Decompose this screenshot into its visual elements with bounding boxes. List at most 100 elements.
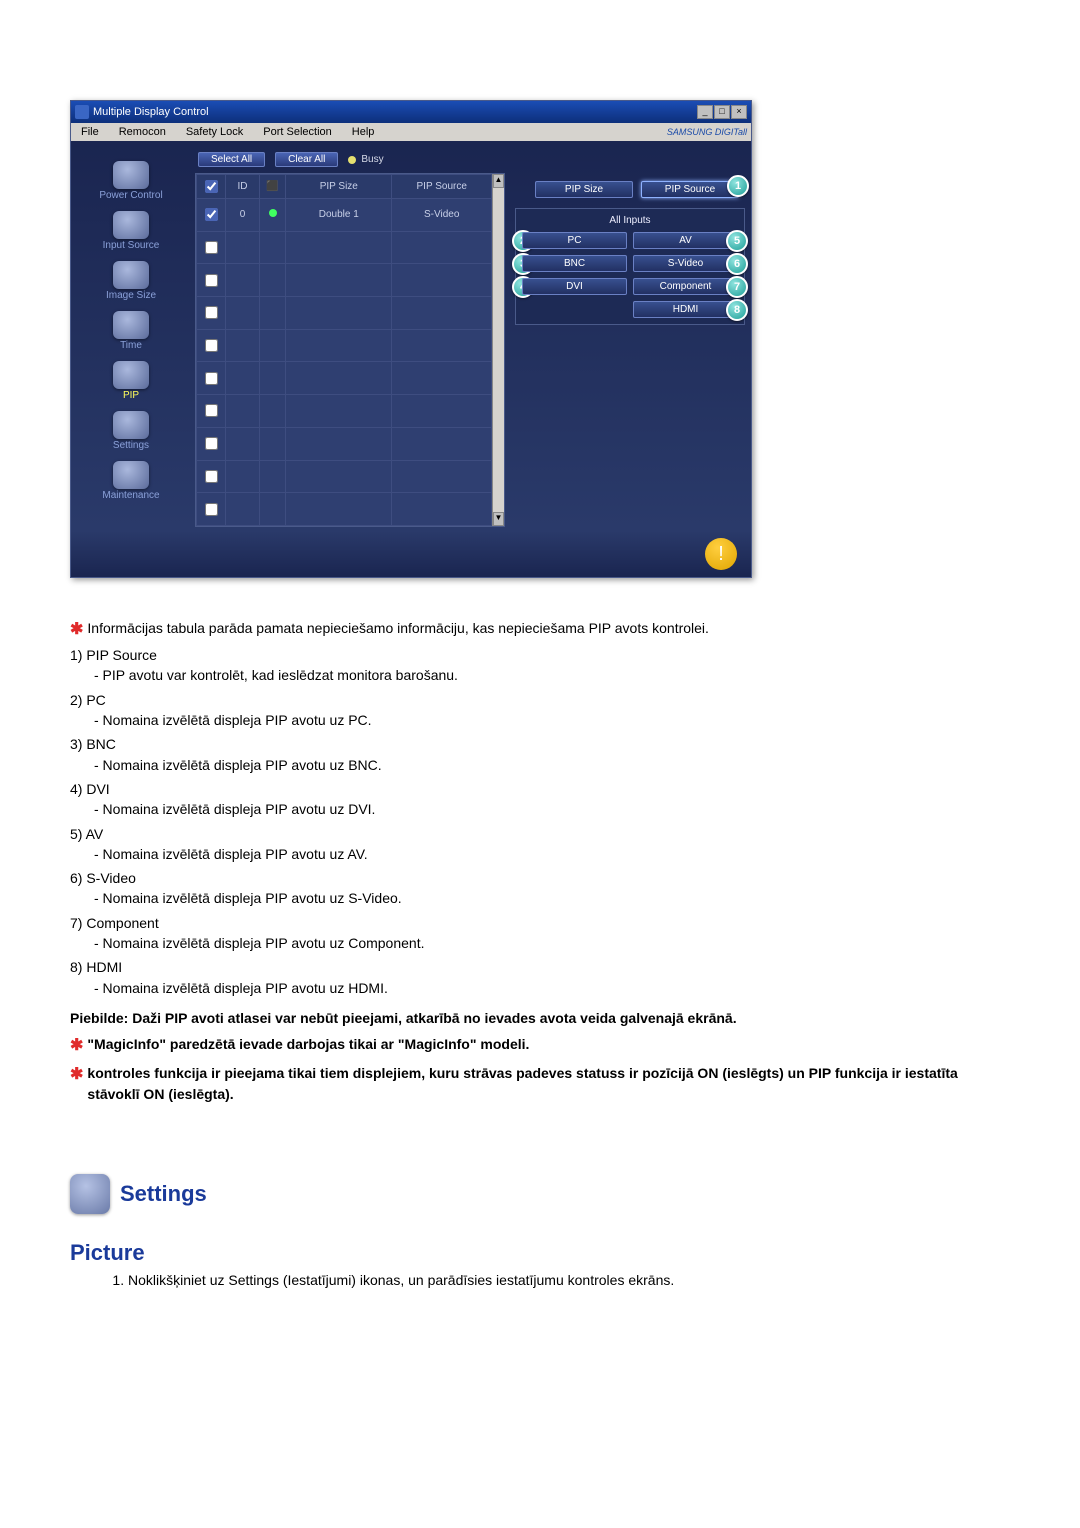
maximize-button[interactable]: □ bbox=[714, 105, 730, 119]
row-id: 0 bbox=[226, 199, 260, 232]
table-row[interactable] bbox=[197, 395, 492, 428]
menu-port-selection[interactable]: Port Selection bbox=[257, 125, 337, 139]
row-checkbox[interactable] bbox=[205, 470, 218, 483]
sidebar-item-label: PIP bbox=[75, 390, 187, 401]
table-row[interactable] bbox=[197, 264, 492, 297]
minimize-button[interactable]: _ bbox=[697, 105, 713, 119]
item-number: 8) bbox=[70, 959, 82, 975]
sidebar-item-pip[interactable]: PIP bbox=[75, 359, 187, 407]
status-dot-icon bbox=[269, 209, 277, 217]
pip-icon bbox=[113, 361, 149, 389]
all-inputs-panel: All Inputs 2 PC AV 5 3 bbox=[515, 208, 745, 325]
sidebar-item-maintenance[interactable]: Maintenance bbox=[75, 459, 187, 507]
row-checkbox[interactable] bbox=[205, 208, 218, 221]
item-desc: - Nomaina izvēlētā displeja PIP avotu uz… bbox=[94, 799, 1010, 819]
star-icon: ✱ bbox=[70, 1063, 83, 1086]
item-name: PC bbox=[86, 692, 105, 708]
numbered-item: 6) S-Video- Nomaina izvēlētā displeja PI… bbox=[70, 868, 1010, 909]
callout-5: 5 bbox=[726, 230, 748, 252]
row-checkbox[interactable] bbox=[205, 274, 218, 287]
table-row[interactable] bbox=[197, 493, 492, 526]
svideo-button[interactable]: S-Video bbox=[633, 255, 738, 272]
item-name: AV bbox=[86, 826, 104, 842]
numbered-item: 2) PC- Nomaina izvēlētā displeja PIP avo… bbox=[70, 690, 1010, 731]
row-checkbox[interactable] bbox=[205, 372, 218, 385]
pc-button[interactable]: PC bbox=[522, 232, 627, 249]
item-name: PIP Source bbox=[86, 647, 157, 663]
row-checkbox[interactable] bbox=[205, 437, 218, 450]
window-title: Multiple Display Control bbox=[93, 106, 209, 118]
right-panel: PIP Size PIP Source 1 All Inputs 2 PC bbox=[509, 141, 751, 531]
table-row[interactable] bbox=[197, 427, 492, 460]
sidebar-item-label: Maintenance bbox=[75, 490, 187, 501]
sidebar-item-time[interactable]: Time bbox=[75, 309, 187, 357]
scrollbar[interactable]: ▲ ▼ bbox=[492, 174, 504, 526]
pip-source-button[interactable]: PIP Source bbox=[641, 181, 739, 198]
callout-7: 7 bbox=[726, 276, 748, 298]
row-checkbox[interactable] bbox=[205, 241, 218, 254]
busy-label: Busy bbox=[361, 154, 383, 165]
menu-help[interactable]: Help bbox=[346, 125, 381, 139]
item-number: 2) bbox=[70, 692, 82, 708]
sidebar-item-image-size[interactable]: Image Size bbox=[75, 259, 187, 307]
scroll-up-icon[interactable]: ▲ bbox=[493, 174, 504, 188]
table-row[interactable] bbox=[197, 460, 492, 493]
clear-all-button[interactable]: Clear All bbox=[275, 152, 338, 167]
component-button[interactable]: Component bbox=[633, 278, 738, 295]
numbered-item: 8) HDMI- Nomaina izvēlētā displeja PIP a… bbox=[70, 957, 1010, 998]
select-all-button[interactable]: Select All bbox=[198, 152, 265, 167]
close-button[interactable]: × bbox=[731, 105, 747, 119]
input-source-icon bbox=[113, 211, 149, 239]
item-number: 6) bbox=[70, 870, 82, 886]
settings-icon bbox=[113, 411, 149, 439]
table-row[interactable] bbox=[197, 231, 492, 264]
table-row[interactable] bbox=[197, 362, 492, 395]
numbered-item: 4) DVI- Nomaina izvēlētā displeja PIP av… bbox=[70, 779, 1010, 820]
sidebar: Power Control Input Source Image Size Ti… bbox=[71, 141, 191, 531]
table-row[interactable] bbox=[197, 297, 492, 330]
sidebar-item-label: Input Source bbox=[75, 240, 187, 251]
av-button[interactable]: AV bbox=[633, 232, 738, 249]
callout-6: 6 bbox=[726, 253, 748, 275]
table-row[interactable] bbox=[197, 329, 492, 362]
numbered-item: 1) PIP Source- PIP avotu var kontrolēt, … bbox=[70, 645, 1010, 686]
hdmi-button[interactable]: HDMI bbox=[633, 301, 738, 318]
bnc-button[interactable]: BNC bbox=[522, 255, 627, 272]
sidebar-item-label: Time bbox=[75, 340, 187, 351]
row-pip-source: S-Video bbox=[392, 199, 492, 232]
scroll-down-icon[interactable]: ▼ bbox=[493, 512, 504, 526]
intro-text: Informācijas tabula parāda pamata nepiec… bbox=[87, 618, 1010, 638]
header-pip-source: PIP Source bbox=[392, 175, 492, 199]
item-number: 1) bbox=[70, 647, 82, 663]
menu-file[interactable]: File bbox=[75, 125, 105, 139]
menu-safety-lock[interactable]: Safety Lock bbox=[180, 125, 249, 139]
window-controls: _ □ × bbox=[697, 105, 747, 119]
center-panel: Select All Clear All Busy ID bbox=[191, 141, 509, 531]
dvi-button[interactable]: DVI bbox=[522, 278, 627, 295]
sidebar-item-label: Settings bbox=[75, 440, 187, 451]
header-checkbox[interactable] bbox=[197, 175, 226, 199]
pip-size-button[interactable]: PIP Size bbox=[535, 181, 633, 198]
numbered-item: 5) AV- Nomaina izvēlētā displeja PIP avo… bbox=[70, 824, 1010, 865]
star-note-1: ✱ "MagicInfo" paredzētā ievade darbojas … bbox=[70, 1034, 1010, 1057]
warning-icon[interactable]: ! bbox=[705, 538, 737, 570]
numbered-item: 7) Component- Nomaina izvēlētā displeja … bbox=[70, 913, 1010, 954]
item-name: BNC bbox=[86, 736, 116, 752]
power-icon bbox=[113, 161, 149, 189]
row-checkbox[interactable] bbox=[205, 503, 218, 516]
sidebar-item-settings[interactable]: Settings bbox=[75, 409, 187, 457]
sidebar-item-input-source[interactable]: Input Source bbox=[75, 209, 187, 257]
table-body: 0 Double 1 S-Video bbox=[197, 199, 492, 526]
table-row[interactable]: 0 Double 1 S-Video bbox=[197, 199, 492, 232]
picture-steps: Noklikšķiniet uz Settings (Iestatījumi) … bbox=[88, 1272, 1010, 1288]
row-checkbox[interactable] bbox=[205, 404, 218, 417]
sidebar-item-power-control[interactable]: Power Control bbox=[75, 159, 187, 207]
brand-label: SAMSUNG DIGITall bbox=[667, 127, 747, 137]
header-pip-size: PIP Size bbox=[286, 175, 392, 199]
menu-remocon[interactable]: Remocon bbox=[113, 125, 172, 139]
row-checkbox[interactable] bbox=[205, 306, 218, 319]
row-checkbox[interactable] bbox=[205, 339, 218, 352]
row-status bbox=[260, 199, 286, 232]
picture-step-1: Noklikšķiniet uz Settings (Iestatījumi) … bbox=[128, 1272, 1010, 1288]
item-name: HDMI bbox=[86, 959, 122, 975]
